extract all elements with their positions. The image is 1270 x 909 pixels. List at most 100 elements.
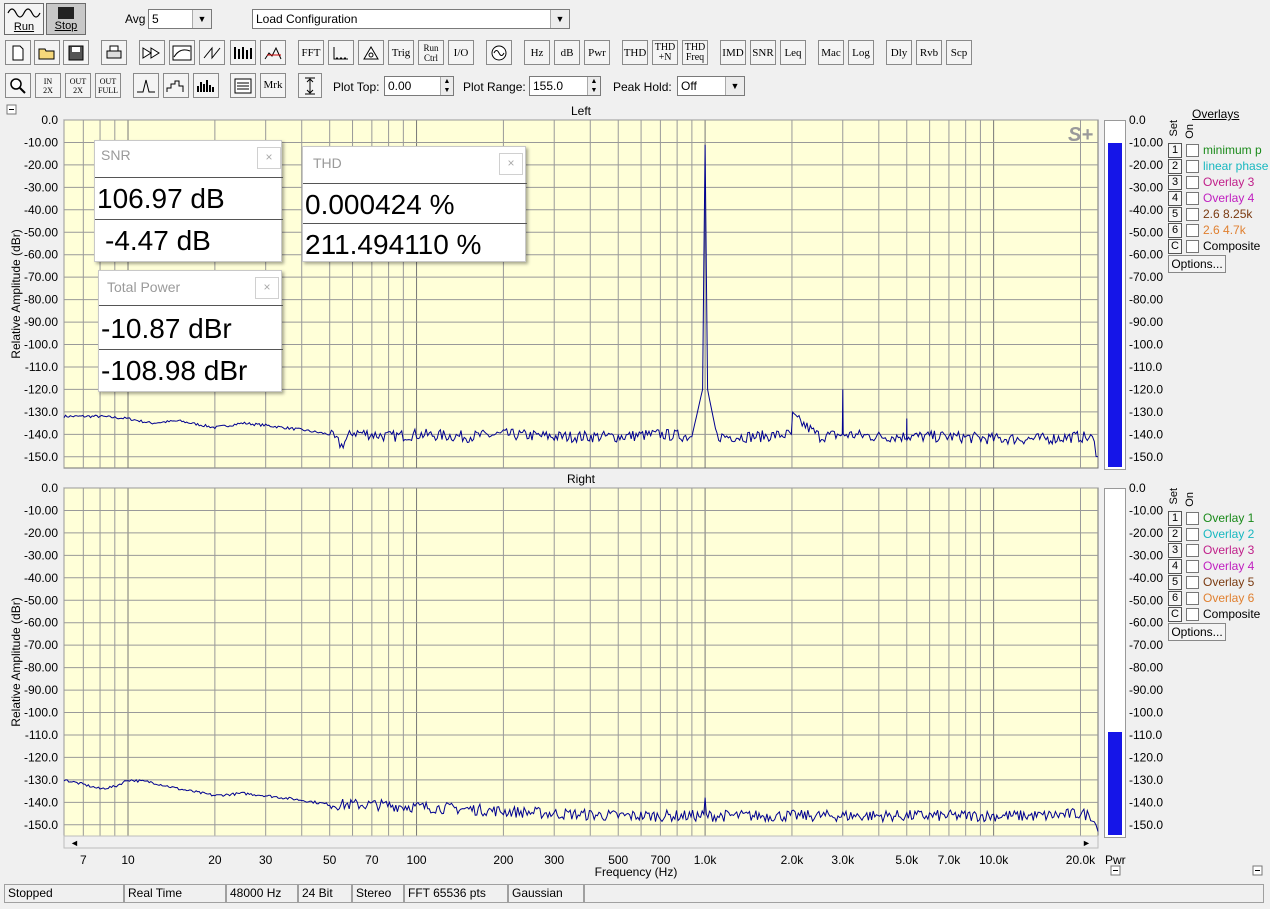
overlay-set-button[interactable]: 3 (1168, 175, 1182, 190)
leq-button[interactable]: Leq (780, 40, 806, 65)
db-button[interactable]: dB (554, 40, 580, 65)
trig-button[interactable]: Trig (388, 40, 414, 65)
zoom-out-2x-button[interactable]: OUT 2X (65, 73, 91, 98)
pwr-button[interactable]: Pwr (584, 40, 610, 65)
close-icon[interactable]: × (499, 153, 523, 175)
zoom-button[interactable] (5, 73, 31, 98)
overlay-set-button[interactable]: 1 (1168, 143, 1182, 158)
right-options-button[interactable]: Options... (1168, 623, 1226, 641)
run-button[interactable]: Run (4, 3, 44, 35)
bar-view-button[interactable] (193, 73, 219, 98)
thd-freq-button[interactable]: THD Freq (682, 40, 708, 65)
overlay-row[interactable]: C Composite (1168, 606, 1268, 622)
overlay-row[interactable]: 4 Overlay 4 (1168, 190, 1268, 206)
forward-button[interactable] (139, 40, 165, 65)
overlay-row[interactable]: 3 Overlay 3 (1168, 542, 1268, 558)
save-button[interactable] (63, 40, 89, 65)
zoom-full-button[interactable]: OUT FULL (95, 73, 121, 98)
overlay-checkbox[interactable] (1186, 512, 1199, 526)
overlay-row[interactable]: 1 minimum p (1168, 142, 1268, 158)
plot-top-input[interactable]: 0.00 ▲ ▼ (384, 76, 454, 96)
dly-button[interactable]: Dly (886, 40, 912, 65)
scroll-left-arrow-icon[interactable]: ◄ (70, 838, 79, 848)
log-button[interactable]: Log (848, 40, 874, 65)
overlay-set-button[interactable]: 3 (1168, 543, 1182, 558)
mac-button[interactable]: Mac (818, 40, 844, 65)
overlay-checkbox[interactable] (1186, 144, 1199, 158)
overlay-set-button[interactable]: 5 (1168, 575, 1182, 590)
zoom-in-2x-button[interactable]: IN 2X (35, 73, 61, 98)
io-button[interactable]: I/O (448, 40, 474, 65)
overlay-checkbox[interactable] (1186, 560, 1199, 574)
peak-view-button[interactable] (133, 73, 159, 98)
overlay-row[interactable]: 6 Overlay 6 (1168, 590, 1268, 606)
chevron-down-icon[interactable]: ▼ (725, 77, 744, 95)
close-icon[interactable]: × (257, 147, 281, 169)
overlay-set-button[interactable]: 5 (1168, 207, 1182, 222)
overlay-row[interactable]: 5 Overlay 5 (1168, 574, 1268, 590)
thd-n-button[interactable]: THD +N (652, 40, 678, 65)
scope-button[interactable] (328, 40, 354, 65)
overlay-checkbox[interactable] (1186, 192, 1199, 206)
avg-select[interactable]: 5 ▼ (148, 9, 212, 29)
overlay-row[interactable]: 4 Overlay 4 (1168, 558, 1268, 574)
overlay-row[interactable]: 1 Overlay 1 (1168, 510, 1268, 526)
overlay-row[interactable]: C Composite (1168, 238, 1268, 254)
configuration-select[interactable]: Load Configuration ▼ (252, 9, 570, 29)
open-file-button[interactable] (34, 40, 60, 65)
overlay-row[interactable]: 2 Overlay 2 (1168, 526, 1268, 542)
imd-button[interactable]: IMD (720, 40, 746, 65)
horizontal-scrollbar[interactable] (63, 835, 1099, 849)
rvb-button[interactable]: Rvb (916, 40, 942, 65)
close-icon[interactable]: × (255, 277, 279, 299)
overlay-checkbox[interactable] (1186, 576, 1199, 590)
sawtooth-button[interactable] (199, 40, 225, 65)
overlay-set-button[interactable]: 2 (1168, 527, 1182, 542)
overlay-row[interactable]: 2 linear phase (1168, 158, 1268, 174)
overlay-checkbox[interactable] (1186, 224, 1199, 238)
plot-range-input[interactable]: 155.0 ▲ ▼ (529, 76, 601, 96)
scp-button[interactable]: Scp (946, 40, 972, 65)
meter-list-button[interactable] (230, 73, 256, 98)
snr-meter[interactable]: SNR × 106.97 dB -4.47 dB (94, 140, 283, 262)
overlay-row[interactable]: 5 2.6 8.25k (1168, 206, 1268, 222)
waterfall-button[interactable] (260, 40, 286, 65)
snr-button[interactable]: SNR (750, 40, 776, 65)
overlay-checkbox[interactable] (1186, 176, 1199, 190)
overlay-set-button[interactable]: 2 (1168, 159, 1182, 174)
chevron-down-icon[interactable]: ▼ (550, 10, 569, 28)
overlay-set-button[interactable]: 6 (1168, 591, 1182, 606)
run-ctrl-button[interactable]: Run Ctrl (418, 40, 444, 65)
overlay-set-button[interactable]: 1 (1168, 511, 1182, 526)
chevron-down-icon[interactable]: ▼ (192, 10, 211, 28)
overlay-checkbox[interactable] (1186, 240, 1199, 254)
peak-hold-select[interactable]: Off ▼ (677, 76, 745, 96)
overlay-set-button[interactable]: 6 (1168, 223, 1182, 238)
overlay-row[interactable]: 6 2.6 4.7k (1168, 222, 1268, 238)
overlay-checkbox[interactable] (1186, 608, 1199, 622)
overlay-set-button[interactable]: C (1168, 607, 1182, 622)
generator-button[interactable] (486, 40, 512, 65)
overlay-checkbox[interactable] (1186, 208, 1199, 222)
overlay-checkbox[interactable] (1186, 592, 1199, 606)
frequency-response-button[interactable] (169, 40, 195, 65)
triangle-button[interactable] (358, 40, 384, 65)
step-view-button[interactable] (163, 73, 189, 98)
new-file-button[interactable] (5, 40, 31, 65)
overlay-set-button[interactable]: 4 (1168, 191, 1182, 206)
thd-meter[interactable]: THD × 0.000424 % 211.494110 % (302, 146, 527, 262)
spin-icon[interactable]: ▲ ▼ (440, 77, 453, 95)
scroll-right-arrow-icon[interactable]: ► (1082, 838, 1091, 848)
print-button[interactable] (101, 40, 127, 65)
stop-button[interactable]: Stop (46, 3, 86, 35)
marker-button[interactable]: Mrk (260, 73, 286, 98)
cursor-button[interactable] (298, 73, 322, 98)
overlay-set-button[interactable]: 4 (1168, 559, 1182, 574)
spectrogram-button[interactable] (230, 40, 256, 65)
overlay-checkbox[interactable] (1186, 528, 1199, 542)
hz-button[interactable]: Hz (524, 40, 550, 65)
left-options-button[interactable]: Options... (1168, 255, 1226, 273)
spin-icon[interactable]: ▲ ▼ (587, 77, 600, 95)
total-power-meter[interactable]: Total Power × -10.87 dBr -108.98 dBr (98, 270, 283, 392)
thd-button[interactable]: THD (622, 40, 648, 65)
